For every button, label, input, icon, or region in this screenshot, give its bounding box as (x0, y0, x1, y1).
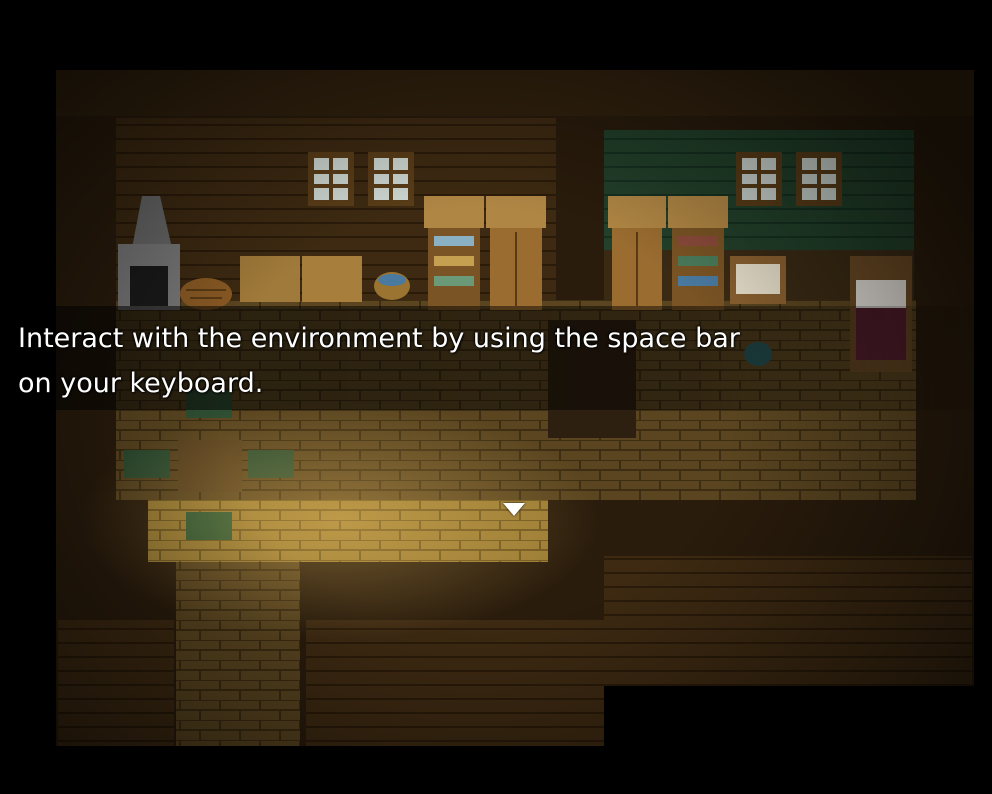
lower-left-room (58, 620, 174, 746)
window-right-1 (736, 152, 782, 206)
roof-beam (56, 70, 974, 116)
bookshelf-right[interactable] (668, 196, 728, 310)
lamp-glow (80, 400, 600, 640)
dialog-message: Interact with the environment by using t… (18, 323, 740, 399)
divider-wall (556, 118, 596, 318)
table-1[interactable] (240, 256, 300, 302)
open-book-desk[interactable] (730, 256, 786, 304)
right-wall-band (560, 510, 972, 550)
window-right-2 (796, 152, 842, 206)
lower-right-room (604, 556, 972, 686)
window-left-2 (368, 152, 414, 206)
basket[interactable] (374, 272, 410, 300)
shelf-left[interactable] (424, 196, 484, 310)
triangle-down-icon[interactable] (503, 503, 525, 516)
window-left-1 (308, 152, 354, 206)
black-corner (604, 686, 992, 794)
wardrobe-right[interactable] (608, 196, 666, 310)
wardrobe-left[interactable] (486, 196, 546, 310)
table-2[interactable] (302, 256, 362, 302)
